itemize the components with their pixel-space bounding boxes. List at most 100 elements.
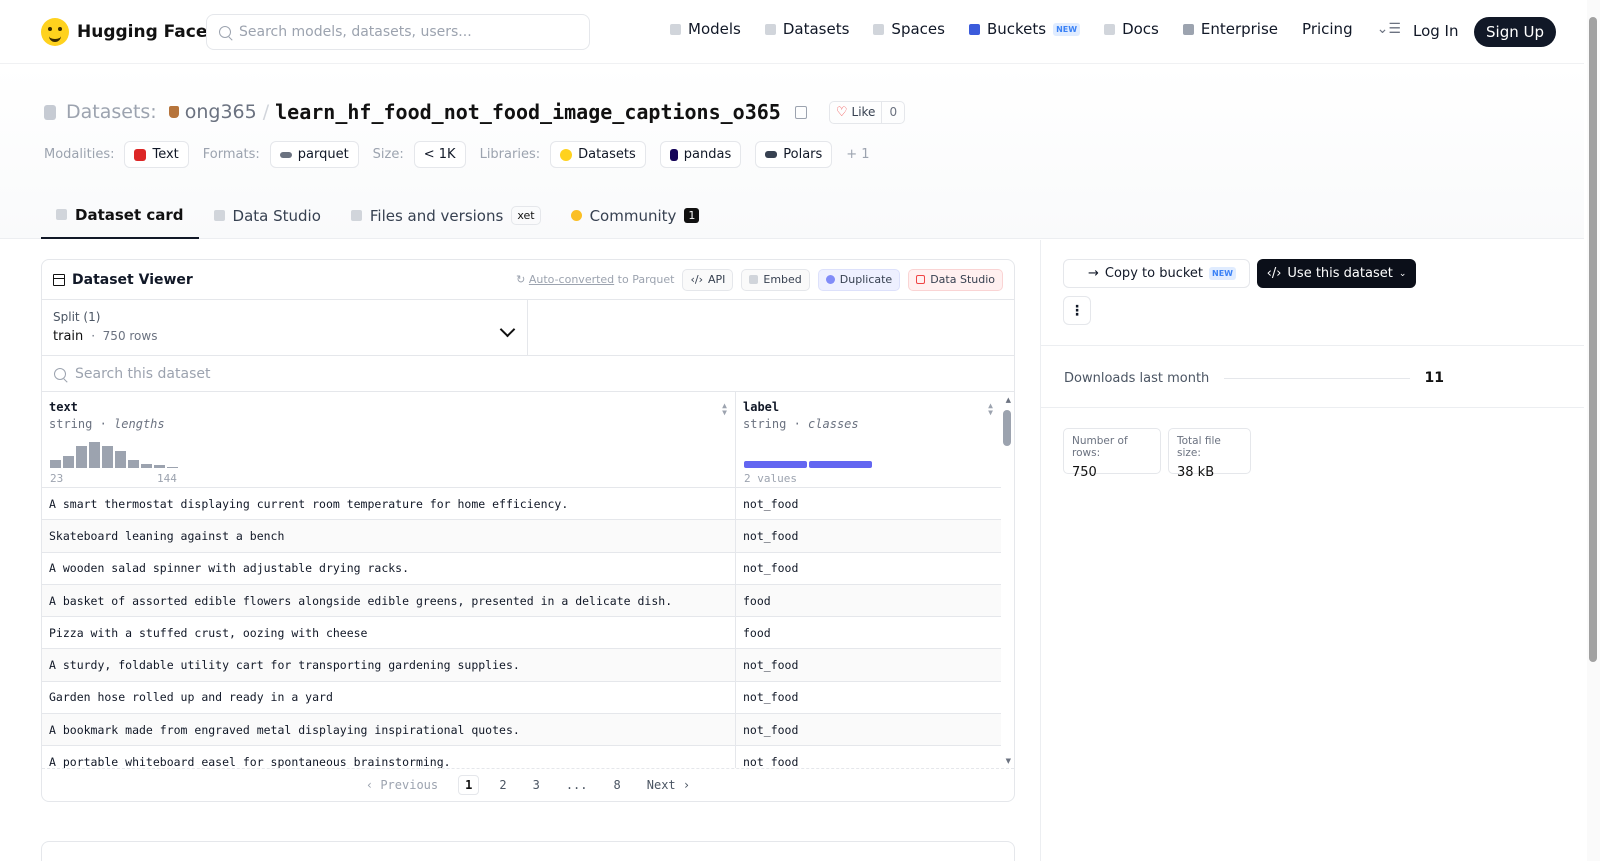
page-3-button[interactable]: 3: [527, 776, 546, 794]
nav-pricing[interactable]: Pricing: [1302, 20, 1353, 38]
text-cell[interactable]: A sturdy, foldable utility cart for tran…: [42, 649, 736, 681]
dataset-search[interactable]: [42, 356, 1014, 392]
text-cell[interactable]: A smart thermostat displaying current ro…: [42, 488, 736, 520]
login-link[interactable]: Log In: [1413, 22, 1459, 40]
label-cell[interactable]: not_food: [736, 649, 1001, 680]
book-icon: [1104, 23, 1116, 35]
table-scrollbar[interactable]: ▲ ▼: [1000, 392, 1014, 768]
hugging-face-logo-icon: [41, 18, 69, 46]
breadcrumb-datasets[interactable]: Datasets:: [66, 101, 157, 123]
nav-spaces[interactable]: Spaces: [873, 20, 945, 38]
tab-community[interactable]: Community 1: [556, 192, 715, 239]
next-page-button[interactable]: Next ›: [641, 776, 696, 794]
label-cell[interactable]: not_food: [736, 553, 1001, 584]
more-menu-icon[interactable]: ⌄☰: [1377, 21, 1401, 37]
page-scrollbar[interactable]: [1587, 0, 1600, 861]
scroll-up-icon[interactable]: ▲: [1006, 396, 1011, 404]
table-row[interactable]: A smart thermostat displaying current ro…: [42, 488, 1001, 521]
column-header-label[interactable]: label string · classes ▲ ▼ 2 values: [736, 392, 1001, 488]
previous-page-button[interactable]: ‹ Previous: [360, 776, 444, 794]
more-options-icon[interactable]: ⋮: [1063, 296, 1091, 325]
embed-button[interactable]: Embed: [741, 268, 810, 291]
histogram-bar[interactable]: [63, 456, 74, 468]
table-row[interactable]: A bookmark made from engraved metal disp…: [42, 714, 1001, 747]
duplicate-button[interactable]: Duplicate: [817, 268, 901, 291]
class-distribution-bar[interactable]: [744, 461, 872, 468]
text-cell[interactable]: A basket of assorted edible flowers alon…: [42, 584, 736, 617]
global-search[interactable]: [206, 14, 590, 50]
class-segment[interactable]: [744, 461, 807, 468]
split-selector[interactable]: Split (1) train · 750 rows: [42, 300, 528, 355]
dataset-search-input[interactable]: [75, 365, 675, 382]
data-studio-button[interactable]: Data Studio: [908, 268, 1003, 291]
column-header-text[interactable]: text string · lengths ▲ ▼ 23 144: [42, 392, 736, 488]
modality-chip-text[interactable]: Text: [124, 141, 189, 168]
library-chip-pandas[interactable]: pandas: [659, 141, 742, 168]
tab-dataset-card[interactable]: Dataset card: [41, 192, 199, 239]
page-2-button[interactable]: 2: [493, 776, 512, 794]
histogram-bar[interactable]: [141, 464, 152, 468]
brand-logo[interactable]: Hugging Face: [41, 18, 207, 46]
label-cell[interactable]: food: [736, 617, 1001, 648]
table-row[interactable]: A sturdy, foldable utility cart for tran…: [42, 649, 1001, 682]
page-scrollbar-thumb[interactable]: [1589, 17, 1597, 662]
page-1-button[interactable]: 1: [458, 775, 480, 795]
auto-converted-link[interactable]: Auto-converted: [529, 273, 614, 286]
sort-icon[interactable]: ▲ ▼: [722, 402, 727, 417]
label-cell[interactable]: not_food: [736, 682, 1001, 713]
signup-button[interactable]: Sign Up: [1474, 17, 1556, 47]
nav-enterprise[interactable]: Enterprise: [1182, 20, 1278, 38]
api-button[interactable]: ‹/› API: [682, 268, 734, 291]
text-cell[interactable]: A portable whiteboard easel for spontane…: [42, 746, 736, 768]
hf-datasets-icon: [560, 148, 573, 161]
table-row[interactable]: A portable whiteboard easel for spontane…: [42, 746, 1001, 768]
scroll-down-icon[interactable]: ▼: [1006, 757, 1011, 765]
duplicate-icon: [825, 275, 835, 284]
size-chip[interactable]: < 1K: [413, 141, 466, 168]
text-cell[interactable]: A wooden salad spinner with adjustable d…: [42, 552, 736, 584]
label-cell[interactable]: not_food: [736, 488, 1001, 519]
copy-to-bucket-button[interactable]: → Copy to bucket NEW: [1063, 259, 1250, 288]
repo-name[interactable]: learn_hf_food_not_food_image_captions_o3…: [275, 100, 781, 124]
histogram-bar[interactable]: [154, 465, 165, 468]
format-chip-parquet[interactable]: parquet: [269, 141, 359, 168]
scrollbar-thumb[interactable]: [1003, 410, 1011, 446]
histogram-bar[interactable]: [115, 451, 126, 468]
nav-datasets[interactable]: Datasets: [764, 20, 849, 38]
histogram-bar[interactable]: [89, 442, 100, 468]
table-row[interactable]: Pizza with a stuffed crust, oozing with …: [42, 617, 1001, 650]
page-8-button[interactable]: 8: [608, 776, 627, 794]
histogram-bar[interactable]: [76, 446, 87, 468]
class-segment[interactable]: [809, 461, 872, 468]
use-this-dataset-button[interactable]: ‹/› Use this dataset ⌄: [1257, 259, 1416, 288]
text-cell[interactable]: Pizza with a stuffed crust, oozing with …: [42, 617, 736, 649]
like-button[interactable]: ♡ Like 0: [828, 100, 906, 124]
label-cell[interactable]: food: [736, 585, 1001, 616]
text-cell[interactable]: A bookmark made from engraved metal disp…: [42, 714, 736, 746]
label-cell[interactable]: not_food: [736, 520, 1001, 551]
table-row[interactable]: Garden hose rolled up and ready in a yar…: [42, 681, 1001, 715]
more-libraries[interactable]: + 1: [846, 147, 869, 162]
copy-icon[interactable]: [794, 105, 807, 119]
label-cell[interactable]: not_food: [736, 714, 1001, 745]
text-cell[interactable]: Skateboard leaning against a bench: [42, 520, 736, 552]
text-cell[interactable]: Garden hose rolled up and ready in a yar…: [42, 681, 736, 714]
label-cell[interactable]: not_food: [736, 746, 1001, 768]
histogram-bar[interactable]: [102, 446, 113, 468]
nav-docs[interactable]: Docs: [1104, 20, 1159, 38]
histogram-bar[interactable]: [128, 460, 139, 468]
sort-icon[interactable]: ▲ ▼: [988, 402, 993, 417]
search-input[interactable]: [239, 24, 559, 40]
repo-owner[interactable]: ong365: [185, 101, 257, 123]
table-row[interactable]: A basket of assorted edible flowers alon…: [42, 584, 1001, 618]
table-row[interactable]: A wooden salad spinner with adjustable d…: [42, 552, 1001, 585]
histogram-bar[interactable]: [167, 467, 178, 468]
nav-models[interactable]: Models: [670, 20, 741, 38]
tab-data-studio[interactable]: Data Studio: [199, 192, 336, 239]
table-row[interactable]: Skateboard leaning against a bench not_fo…: [42, 520, 1001, 553]
library-chip-datasets[interactable]: Datasets: [550, 141, 646, 168]
nav-buckets[interactable]: Buckets NEW: [968, 20, 1081, 38]
tab-files-and-versions[interactable]: Files and versions xet: [336, 192, 556, 239]
library-chip-polars[interactable]: Polars: [755, 141, 833, 168]
histogram-bar[interactable]: [50, 460, 61, 468]
